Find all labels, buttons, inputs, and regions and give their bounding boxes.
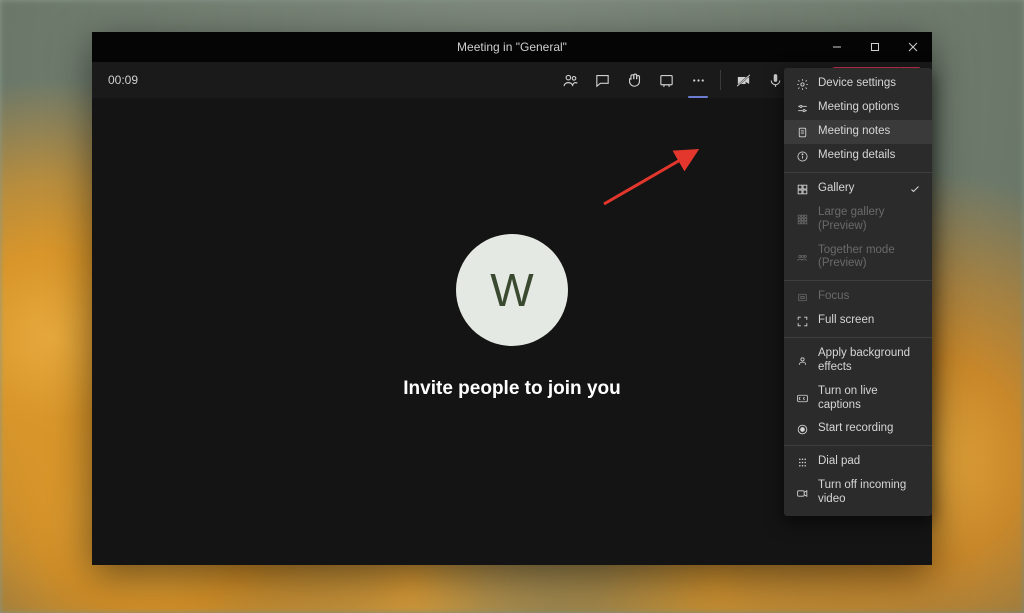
menu-separator (784, 172, 932, 173)
minimize-button[interactable] (818, 32, 856, 62)
meeting-timer: 00:09 (108, 73, 138, 87)
menu-label: Apply background effects (818, 347, 921, 375)
menu-separator (784, 445, 932, 446)
notes-icon (795, 125, 809, 139)
participants-button[interactable] (556, 66, 584, 94)
participant-avatar: W (456, 234, 568, 346)
maximize-button[interactable] (856, 32, 894, 62)
menu-label: Turn on live captions (818, 385, 921, 413)
menu-label: Large gallery (Preview) (818, 206, 921, 234)
menu-background-effects[interactable]: Apply background effects (784, 342, 932, 380)
gear-icon (795, 77, 809, 91)
menu-label: Dial pad (818, 455, 860, 469)
grid-icon (795, 182, 809, 196)
menu-label: Full screen (818, 314, 874, 328)
camera-button[interactable] (729, 66, 757, 94)
background-icon (795, 354, 809, 368)
menu-separator (784, 280, 932, 281)
menu-label: Turn off incoming video (818, 479, 921, 507)
people-row-icon (795, 250, 809, 264)
close-button[interactable] (894, 32, 932, 62)
menu-live-captions[interactable]: Turn on live captions (784, 380, 932, 418)
menu-large-gallery: Large gallery (Preview) (784, 201, 932, 239)
video-off-icon (795, 486, 809, 500)
window-title: Meeting in "General" (457, 40, 567, 54)
menu-start-recording[interactable]: Start recording (784, 417, 932, 441)
invite-message: Invite people to join you (403, 378, 620, 400)
menu-gallery[interactable]: Gallery (784, 177, 932, 201)
menu-label: Together mode (Preview) (818, 244, 921, 272)
menu-meeting-options[interactable]: Meeting options (784, 96, 932, 120)
menu-label: Focus (818, 290, 849, 304)
dialpad-icon (795, 455, 809, 469)
sliders-icon (795, 101, 809, 115)
window-controls (818, 32, 932, 62)
chat-button[interactable] (588, 66, 616, 94)
menu-label: Meeting details (818, 149, 895, 163)
more-actions-button[interactable] (684, 66, 712, 94)
rooms-button[interactable] (652, 66, 680, 94)
titlebar: Meeting in "General" (92, 32, 932, 62)
fullscreen-icon (795, 314, 809, 328)
menu-separator (784, 337, 932, 338)
record-icon (795, 422, 809, 436)
check-icon (909, 183, 921, 195)
focus-icon (795, 290, 809, 304)
menu-label: Meeting options (818, 101, 899, 115)
menu-together-mode: Together mode (Preview) (784, 239, 932, 277)
info-icon (795, 149, 809, 163)
menu-label: Start recording (818, 422, 893, 436)
menu-meeting-notes[interactable]: Meeting notes (784, 120, 932, 144)
menu-device-settings[interactable]: Device settings (784, 72, 932, 96)
captions-icon (795, 392, 809, 406)
menu-label: Device settings (818, 77, 896, 91)
large-grid-icon (795, 213, 809, 227)
menu-full-screen[interactable]: Full screen (784, 309, 932, 333)
more-actions-menu: Device settings Meeting options Meeting … (784, 68, 932, 516)
reactions-button[interactable] (620, 66, 648, 94)
menu-turn-off-incoming[interactable]: Turn off incoming video (784, 474, 932, 512)
menu-meeting-details[interactable]: Meeting details (784, 144, 932, 168)
menu-label: Gallery (818, 182, 854, 196)
menu-focus: Focus (784, 285, 932, 309)
toolbar-divider (720, 70, 721, 90)
menu-label: Meeting notes (818, 125, 890, 139)
avatar-initial: W (490, 263, 533, 317)
menu-dial-pad[interactable]: Dial pad (784, 450, 932, 474)
